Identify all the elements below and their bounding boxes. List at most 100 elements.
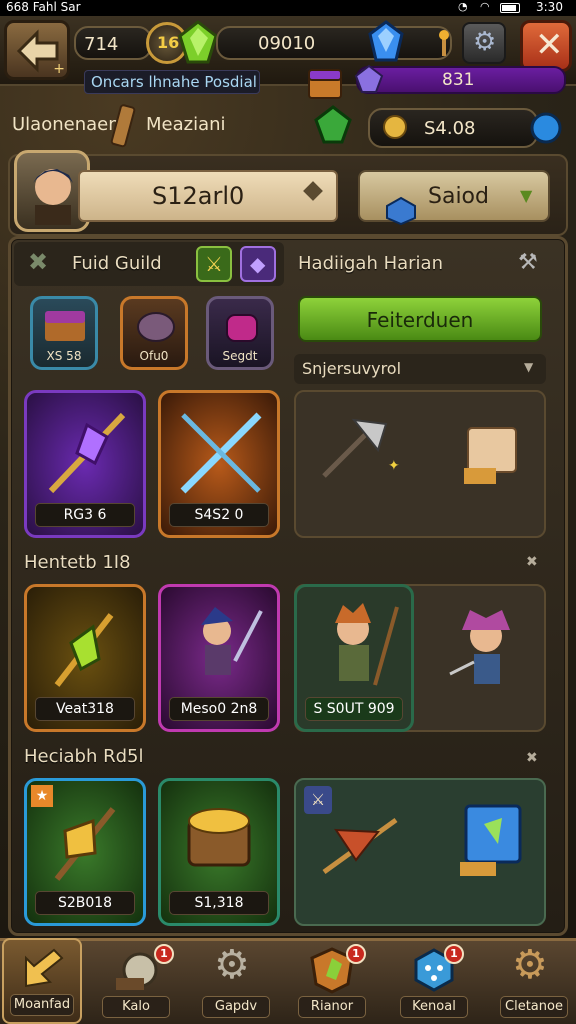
guild-item-3[interactable]: Segdt <box>206 296 274 370</box>
daily-subheader-text: Snjersuvyrol <box>302 359 402 378</box>
back-button[interactable]: + <box>4 20 70 80</box>
nav-label: Gapdv <box>202 996 270 1018</box>
chest-icon <box>308 69 342 99</box>
guild-weapon-button[interactable]: ⚔ <box>196 246 232 282</box>
item-card-label: S S0UT 909 <box>305 697 403 721</box>
nav-item-kalo[interactable]: 1 Kalo <box>96 940 176 1024</box>
blue-orb-icon <box>530 112 562 144</box>
guild-item-1[interactable]: XS 58 <box>30 296 98 370</box>
left-label: Ulaonenaen <box>12 114 120 135</box>
notification-badge: 1 <box>346 944 366 964</box>
cauldron-icon <box>137 312 175 342</box>
emerald-icon <box>314 105 352 144</box>
level-pill: 714 <box>74 26 152 60</box>
settings-button[interactable]: ⚙ <box>462 22 506 64</box>
alarm-icon: ◔ <box>458 0 468 13</box>
item-card-4[interactable]: Meso0 2n8 <box>158 584 280 732</box>
close-button[interactable]: ✕ <box>520 20 572 72</box>
chevron-down-icon: ▼ <box>524 360 534 374</box>
item-card-1[interactable]: RG3 6 <box>24 390 146 538</box>
collapse-icon[interactable]: ✖ <box>526 750 538 766</box>
nav-item-kenoal[interactable]: 1 Kenoal <box>394 940 474 1024</box>
crystal-staff-icon <box>48 412 126 494</box>
item-card-7[interactable]: S1,318 <box>158 778 280 926</box>
status-left-text: 668 Fahl Sar <box>6 0 81 14</box>
right-label: Meaziani <box>146 114 226 135</box>
daily-action-label: Feiterduen <box>366 308 474 332</box>
currency-pill: 09010 <box>216 26 452 60</box>
guild-gem-button[interactable]: ◆ <box>240 246 276 282</box>
status-bar: 668 Fahl Sar ◔ ◠ 3:30 <box>0 0 576 16</box>
item-card-label: S4S2 0 <box>169 503 269 527</box>
item-card-label: S1,318 <box>169 891 269 915</box>
crossbow-icon <box>322 817 398 875</box>
ranger-hero-icon <box>335 603 399 686</box>
treasure-chest-icon <box>45 311 85 341</box>
purple-gem-icon: ◆ <box>250 252 266 276</box>
chevron-down-icon: ▼ <box>520 186 533 205</box>
section-3-title: Heciabh Rd5l <box>24 746 144 767</box>
guild-item-label: Ofu0 <box>139 349 169 363</box>
purple-bar-value: 831 <box>442 70 475 90</box>
item-card-5[interactable]: S S0UT 909 <box>294 584 414 732</box>
sword-icon: ⚔ <box>205 252 223 276</box>
nav-item-rianor[interactable]: 1 Rianor <box>292 940 372 1024</box>
guild-item-label: XS 58 <box>46 349 82 363</box>
guild-item-label: Segdt <box>222 349 258 363</box>
section-2-title: Hentetb 1I8 <box>24 552 131 573</box>
level-value: 714 <box>84 34 119 55</box>
gold-coin-icon <box>383 115 407 139</box>
nav-item-settings[interactable]: ⚙ Cletanoe <box>494 940 574 1024</box>
plus-icon: + <box>53 61 65 77</box>
nav-item-home[interactable]: Moanfad <box>2 938 82 1024</box>
gold-barrel-icon <box>187 808 251 867</box>
currency-value: 09010 <box>258 33 316 54</box>
reward-preview-2[interactable]: ⚔ <box>294 778 546 926</box>
battery-icon <box>500 3 520 13</box>
potion-bag-icon <box>226 314 258 342</box>
golden-axe-icon <box>54 613 114 687</box>
collapse-icon[interactable]: ✖ <box>526 554 538 570</box>
gear-icon: ⚙ <box>214 942 250 988</box>
nav-label: Rianor <box>298 996 366 1018</box>
gold-value: S4.08 <box>424 118 476 139</box>
scroll-icon <box>110 104 136 148</box>
item-card-2[interactable]: S4S2 0 <box>158 390 280 538</box>
purple-gem-icon <box>354 64 384 93</box>
crossed-swords-icon <box>180 412 262 494</box>
hammer-icon: ⚒ <box>518 250 538 275</box>
nav-label: Kalo <box>102 996 170 1018</box>
nav-label: Kenoal <box>400 996 468 1018</box>
guild-crest-icon: ✖ <box>28 248 49 276</box>
item-card-6[interactable]: ★ S2B018 <box>24 778 146 926</box>
warrior-hero-icon <box>201 607 263 675</box>
reward-preview-1[interactable]: ✦ <box>294 390 546 538</box>
bottom-nav <box>0 938 576 1024</box>
war-hammer-icon <box>54 807 116 881</box>
guild-item-2[interactable]: Ofu0 <box>120 296 188 370</box>
battle-axe-icon <box>322 418 388 478</box>
hero-portrait-icon <box>33 169 73 225</box>
daily-subheader: Snjersuvyrol ▼ <box>294 354 546 384</box>
diamond-icon <box>303 181 323 201</box>
banner-text: Oncars lhnahe Posdial <box>91 73 257 91</box>
nav-item-gapdv[interactable]: ⚙ Gapdv <box>196 940 276 1024</box>
daily-action-button[interactable]: Feiterduen <box>298 296 542 342</box>
stone-block-icon <box>464 427 517 484</box>
item-card-3[interactable]: Veat318 <box>24 584 146 732</box>
green-gem-icon <box>178 20 218 64</box>
player-name-plate: S12arl0 <box>78 170 338 222</box>
home-arrow-icon <box>25 948 64 988</box>
notification-badge: 1 <box>444 944 464 964</box>
player-name: S12arl0 <box>152 182 245 210</box>
notification-badge: 1 <box>154 944 174 964</box>
status-time: 3:30 <box>536 0 563 14</box>
spellbook-icon <box>460 804 522 876</box>
item-card-label: RG3 6 <box>35 503 135 527</box>
mage-hero-icon <box>449 610 510 684</box>
banner: Oncars lhnahe Posdial <box>84 70 260 94</box>
item-card-label: S2B018 <box>35 891 135 915</box>
nav-label: Moanfad <box>10 994 74 1016</box>
sparkle-icon: ✦ <box>388 458 400 474</box>
gear-icon: ⚙ <box>473 27 497 57</box>
